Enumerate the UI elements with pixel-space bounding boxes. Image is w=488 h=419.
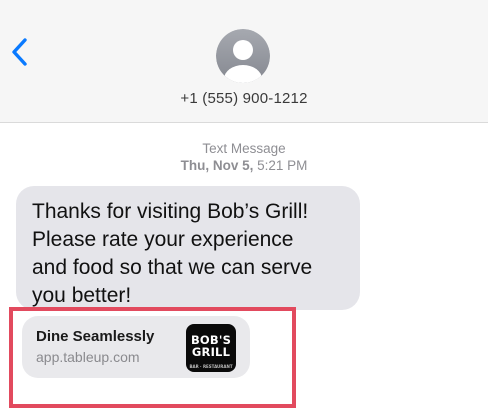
message-text: Thanks for visiting Bob’s Grill! Please … (32, 200, 313, 307)
link-preview-url: app.tableup.com (36, 349, 140, 365)
back-button[interactable] (6, 33, 36, 71)
link-preview-card[interactable]: Dine Seamlessly app.tableup.com BOB'S GR… (22, 316, 250, 378)
message-time: 5:21 PM (257, 158, 308, 173)
logo-text-line-2: GRILL (191, 345, 231, 359)
avatar[interactable] (216, 29, 270, 83)
incoming-message-bubble[interactable]: Thanks for visiting Bob’s Grill! Please … (16, 186, 360, 310)
contact-number[interactable]: +1 (555) 900-1212 (0, 90, 488, 107)
message-timestamp: Text Message Thu, Nov 5, 5:21 PM (120, 140, 368, 174)
person-icon (216, 29, 270, 83)
message-day: Thu, Nov 5, (180, 158, 254, 173)
bobs-grill-logo: BOB'S GRILL BAR · RESTAURANT (186, 324, 236, 372)
conversation-header: +1 (555) 900-1212 (0, 0, 488, 123)
message-type-label: Text Message (202, 141, 286, 156)
message-datetime: Thu, Nov 5, 5:21 PM (120, 157, 368, 174)
link-preview-title: Dine Seamlessly (36, 328, 155, 345)
logo-subtext: BAR · RESTAURANT (189, 364, 233, 369)
chevron-left-icon (12, 38, 27, 66)
